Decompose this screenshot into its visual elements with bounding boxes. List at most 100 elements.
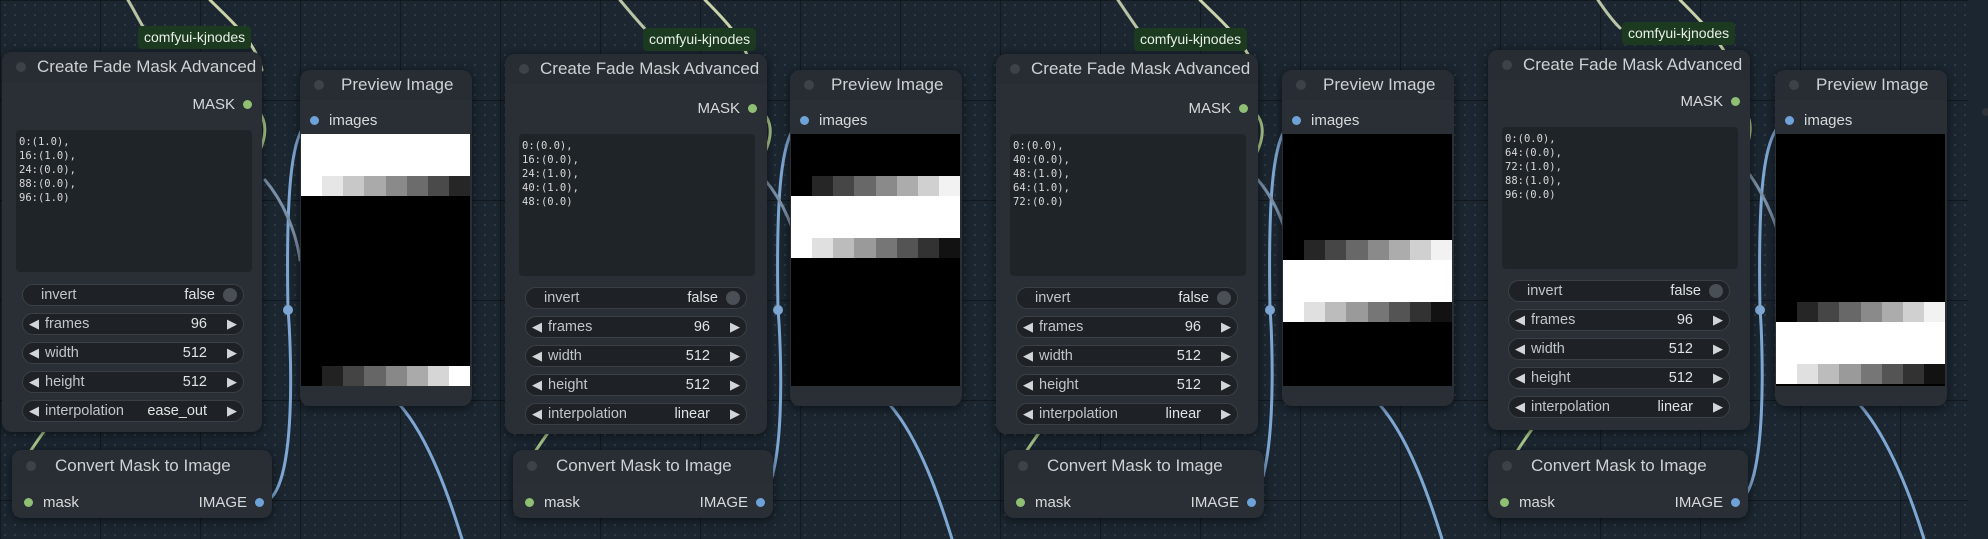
image-output-slot[interactable]: IMAGE [199,494,264,511]
frames-stepper[interactable]: ◀ frames 96 ▶ [22,313,244,335]
height-stepper[interactable]: ◀ height 512 ▶ [22,371,244,393]
decrement-arrow-icon[interactable]: ◀ [532,377,542,393]
collapse-dot-icon[interactable] [16,62,26,72]
mask-input-slot[interactable]: mask [1016,494,1071,511]
node-title-bar[interactable]: Preview Image [790,70,962,100]
next-option-icon[interactable]: ▶ [1713,399,1723,415]
convert-mask-to-image-node[interactable]: Convert Mask to Image mask IMAGE [513,450,773,518]
invert-toggle[interactable]: invert false [1508,280,1730,302]
collapse-dot-icon[interactable] [1502,60,1512,70]
decrement-arrow-icon[interactable]: ◀ [1023,348,1033,364]
height-stepper[interactable]: ◀ height 512 ▶ [1016,374,1238,396]
decrement-arrow-icon[interactable]: ◀ [532,319,542,335]
decrement-arrow-icon[interactable]: ◀ [1023,319,1033,335]
image-output-dot-icon[interactable] [1731,498,1740,507]
convert-mask-to-image-node[interactable]: Convert Mask to Image mask IMAGE [12,450,272,518]
previous-option-icon[interactable]: ◀ [532,406,542,422]
convert-mask-to-image-node[interactable]: Convert Mask to Image mask IMAGE [1004,450,1264,518]
preview-image-node[interactable]: Preview Image images [1775,70,1947,406]
toggle-knob-icon[interactable] [223,288,237,302]
image-output-dot-icon[interactable] [756,498,765,507]
next-option-icon[interactable]: ▶ [730,406,740,422]
image-output-dot-icon[interactable] [1247,498,1256,507]
decrement-arrow-icon[interactable]: ◀ [532,348,542,364]
node-title-bar[interactable]: Create Fade Mask Advanced [1488,50,1750,80]
frames-stepper[interactable]: ◀ frames 96 ▶ [1508,309,1730,331]
increment-arrow-icon[interactable]: ▶ [227,374,237,390]
increment-arrow-icon[interactable]: ▶ [227,345,237,361]
images-input-slot[interactable]: images [310,112,377,129]
create-fade-mask-node[interactable]: Create Fade Mask Advanced MASK 0:(0.0), … [1488,50,1750,430]
node-title-bar[interactable]: Create Fade Mask Advanced [2,52,262,82]
height-stepper[interactable]: ◀ height 512 ▶ [525,374,747,396]
height-stepper[interactable]: ◀ height 512 ▶ [1508,367,1730,389]
image-output-slot[interactable]: IMAGE [700,494,765,511]
preview-image-node[interactable]: Preview Image images [300,70,472,406]
collapse-dot-icon[interactable] [1018,461,1028,471]
collapse-dot-icon[interactable] [804,80,814,90]
node-title-bar[interactable]: Convert Mask to Image [1004,450,1264,482]
toggle-knob-icon[interactable] [1709,284,1723,298]
node-title-bar[interactable]: Convert Mask to Image [12,450,272,482]
collapse-dot-icon[interactable] [519,64,529,74]
images-input-dot-icon[interactable] [1785,116,1794,125]
collapse-dot-icon[interactable] [1296,80,1306,90]
interpolation-combo[interactable]: ◀ interpolation linear ▶ [1016,403,1238,425]
mask-output-dot-icon[interactable] [1731,97,1740,106]
mask-input-dot-icon[interactable] [1016,498,1025,507]
image-output-slot[interactable]: IMAGE [1191,494,1256,511]
decrement-arrow-icon[interactable]: ◀ [29,374,39,390]
next-option-icon[interactable]: ▶ [1221,406,1231,422]
create-fade-mask-node[interactable]: Create Fade Mask Advanced MASK 0:(0.0), … [505,54,767,434]
mask-output-slot[interactable]: MASK [697,100,757,117]
mask-output-slot[interactable]: MASK [1680,93,1740,110]
increment-arrow-icon[interactable]: ▶ [730,348,740,364]
interpolation-combo[interactable]: ◀ interpolation ease_out ▶ [22,400,244,422]
images-input-slot[interactable]: images [1785,112,1852,129]
next-option-icon[interactable]: ▶ [227,403,237,419]
interpolation-combo[interactable]: ◀ interpolation linear ▶ [1508,396,1730,418]
previous-option-icon[interactable]: ◀ [1023,406,1033,422]
points-string-textarea[interactable]: 0:(0.0), 64:(0.0), 72:(1.0), 88:(1.0), 9… [1502,127,1738,269]
node-title-bar[interactable]: Create Fade Mask Advanced [505,54,767,84]
node-title-bar[interactable]: Preview Image [300,70,472,100]
interpolation-combo[interactable]: ◀ interpolation linear ▶ [525,403,747,425]
mask-input-dot-icon[interactable] [1500,498,1509,507]
mask-input-slot[interactable]: mask [525,494,580,511]
width-stepper[interactable]: ◀ width 512 ▶ [1508,338,1730,360]
invert-toggle[interactable]: invert false [525,287,747,309]
decrement-arrow-icon[interactable]: ◀ [1515,370,1525,386]
frames-stepper[interactable]: ◀ frames 96 ▶ [1016,316,1238,338]
previous-option-icon[interactable]: ◀ [1515,399,1525,415]
decrement-arrow-icon[interactable]: ◀ [1023,377,1033,393]
image-output-slot[interactable]: IMAGE [1675,494,1740,511]
increment-arrow-icon[interactable]: ▶ [730,377,740,393]
points-string-textarea[interactable]: 0:(0.0), 40:(0.0), 48:(1.0), 64:(1.0), 7… [1010,134,1246,276]
points-string-textarea[interactable]: 0:(1.0), 16:(1.0), 24:(0.0), 88:(0.0), 9… [16,130,252,272]
collapse-dot-icon[interactable] [527,461,537,471]
preview-image-node[interactable]: Preview Image images [790,70,962,406]
decrement-arrow-icon[interactable]: ◀ [29,345,39,361]
width-stepper[interactable]: ◀ width 512 ▶ [1016,345,1238,367]
images-input-slot[interactable]: images [800,112,867,129]
preview-image-node[interactable]: Preview Image images [1282,70,1454,406]
collapse-dot-icon[interactable] [1502,461,1512,471]
node-title-bar[interactable]: Convert Mask to Image [1488,450,1748,482]
images-input-slot[interactable]: images [1292,112,1359,129]
increment-arrow-icon[interactable]: ▶ [1713,370,1723,386]
create-fade-mask-node[interactable]: Create Fade Mask Advanced MASK 0:(1.0), … [2,52,262,432]
mask-output-dot-icon[interactable] [1239,104,1248,113]
collapse-dot-icon[interactable] [26,461,36,471]
mask-output-slot[interactable]: MASK [192,96,252,113]
mask-input-dot-icon[interactable] [24,498,33,507]
increment-arrow-icon[interactable]: ▶ [1221,348,1231,364]
collapse-dot-icon[interactable] [314,80,324,90]
create-fade-mask-node[interactable]: Create Fade Mask Advanced MASK 0:(0.0), … [996,54,1258,434]
width-stepper[interactable]: ◀ width 512 ▶ [525,345,747,367]
invert-toggle[interactable]: invert false [22,284,244,306]
increment-arrow-icon[interactable]: ▶ [1221,377,1231,393]
convert-mask-to-image-node[interactable]: Convert Mask to Image mask IMAGE [1488,450,1748,518]
collapse-dot-icon[interactable] [1010,64,1020,74]
mask-input-dot-icon[interactable] [525,498,534,507]
mask-output-dot-icon[interactable] [748,104,757,113]
